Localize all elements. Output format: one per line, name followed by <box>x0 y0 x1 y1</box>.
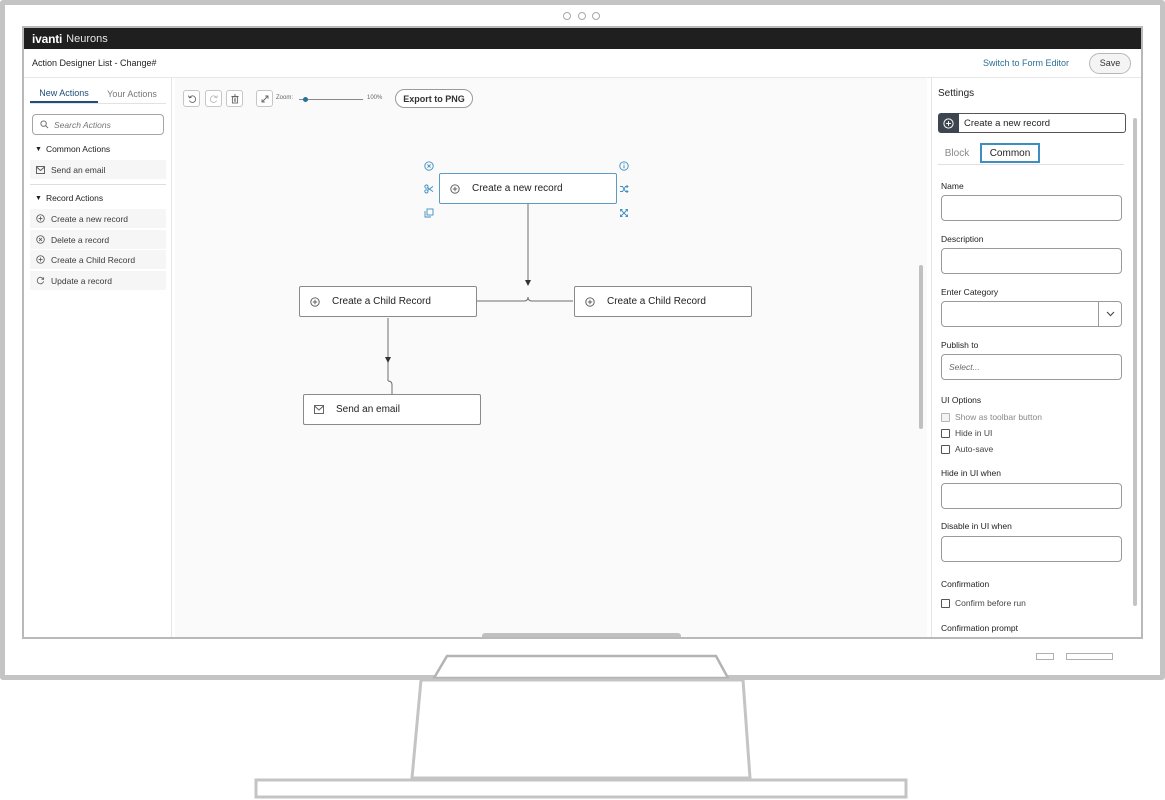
monitor-stand <box>254 654 908 799</box>
monitor-illustration: ivanti Neurons Action Designer List - Ch… <box>0 0 1165 800</box>
